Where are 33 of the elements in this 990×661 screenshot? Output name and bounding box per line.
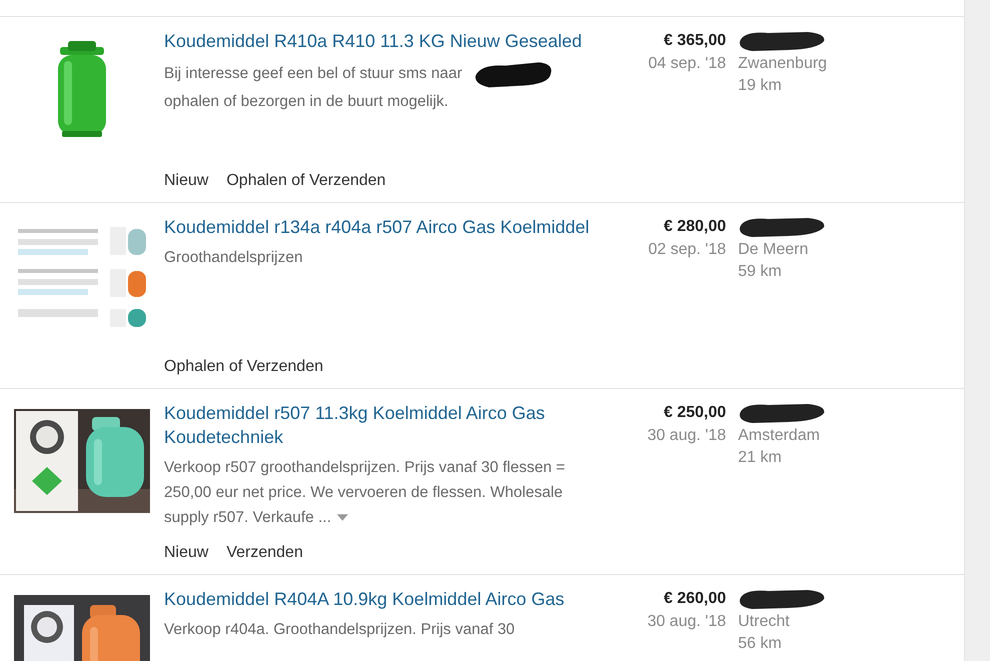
listing-date: 04 sep. '18 [648, 54, 726, 74]
seller-location: De Meern [738, 240, 810, 260]
seller-location: Utrecht [738, 612, 791, 632]
listing-distance: 56 km [738, 634, 783, 654]
listing-description: Groothandelsprijzen [164, 248, 304, 268]
listing-price: € 280,00 [664, 217, 726, 237]
seller-location: Amsterdam [738, 426, 821, 446]
listing-card[interactable]: Koudemiddel r134a r404a r507 Airco Gas Koelmiddel Groothandelsprijzen Ophalen of Verzenden € 280,00 02 sep. '18 De Meern 59 km [0, 202, 964, 388]
listing-price: € 250,00 [664, 403, 726, 423]
listing-attribute: Ophalen of Verzenden [164, 358, 324, 376]
listing-title[interactable]: Koudemiddel R410a R410 11.3 KG Nieuw Gesealed [164, 29, 609, 53]
listing-date: 02 sep. '18 [648, 240, 726, 260]
listing-description: Verkoop r404a. Groothandelsprijzen. Prijs vanaf 30 [164, 620, 516, 640]
listing-distance: 59 km [738, 262, 783, 282]
listing-card[interactable]: Koudemiddel R410a R410 11.3 KG Nieuw Gesealed Bij interesse geef een bel of stuur sms naar ophalen of bezorgen in de buurt mogelijk. Nieuw Ophalen of Verzenden € 365,00 04 sep. '18 Zwanenburg 19 km [0, 16, 964, 202]
listing-attribute: Ophalen of Verzenden [226, 172, 386, 190]
listing-attribute: Nieuw [164, 544, 208, 562]
listing-description: Verkoop r507 groothandelsprijzen. Prijs vanaf 30 flessen = 250,00 eur net price. We vervoeren de flessen. Wholesale supply r507. Verkaufe ... [164, 458, 566, 528]
listing-card[interactable]: Koudemiddel R404A 10.9kg Koelmiddel Airco Gas Verkoop r404a. Groothandelsprijzen. Prijs vanaf 30 € 260,00 30 aug. '18 Utrecht 56 km [0, 574, 964, 661]
listing-price: € 260,00 [664, 589, 726, 609]
listing-title[interactable]: Koudemiddel r134a r404a r507 Airco Gas Koelmiddel [164, 215, 609, 239]
caret-icon[interactable] [337, 514, 348, 522]
listing-attribute: Verzenden [226, 544, 303, 562]
listing-title[interactable]: Koudemiddel r507 11.3kg Koelmiddel Airco Gas Koudetechniek [164, 401, 609, 449]
listing-title[interactable]: Koudemiddel R404A 10.9kg Koelmiddel Airco Gas [164, 587, 609, 611]
listing-date: 30 aug. '18 [647, 426, 726, 446]
listing-description: Bij interesse geef een bel of stuur sms naar ophalen of bezorgen in de buurt mogelijk. [164, 59, 609, 114]
listing-distance: 21 km [738, 448, 783, 468]
listing-price: € 365,00 [664, 31, 726, 51]
listing-attribute: Nieuw [164, 172, 208, 190]
listing-date: 30 aug. '18 [647, 612, 726, 632]
seller-location: Zwanenburg [738, 54, 828, 74]
listing-distance: 19 km [738, 76, 783, 96]
